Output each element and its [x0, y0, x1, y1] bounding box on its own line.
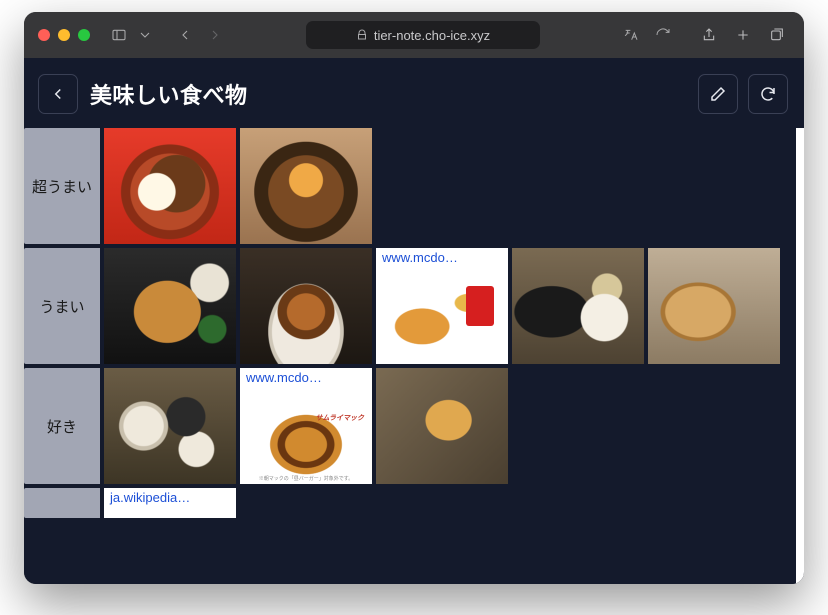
minimize-window-button[interactable]: [58, 29, 70, 41]
card-image: [240, 128, 372, 244]
page-content: 美味しい食べ物 超うまいうまいwww.mcdo…好きwww.mcdo…サムライマ…: [24, 58, 804, 584]
card-image: [512, 248, 644, 364]
card-image: [376, 368, 508, 484]
card-badge: サムライマック: [315, 413, 364, 423]
card-image: [104, 368, 236, 484]
tier-row: ja.wikipedia…: [24, 488, 796, 518]
tier-label: 超うまい: [24, 128, 100, 244]
card-image: [376, 270, 508, 364]
tier-card[interactable]: [376, 368, 508, 484]
refresh-button[interactable]: [748, 74, 788, 114]
browser-window: tier-note.cho-ice.xyz: [24, 12, 804, 584]
card-image: [648, 248, 780, 364]
tier-row: 好き www.mcdo… サムライマック ※朝マックの「昼バーガー」対象外です。: [24, 368, 796, 484]
scrollbar-track[interactable]: [796, 128, 804, 584]
tier-card[interactable]: [512, 248, 644, 364]
card-fineprint: ※朝マックの「昼バーガー」対象外です。: [240, 475, 372, 482]
card-image: [240, 248, 372, 364]
card-caption: www.mcdo…: [240, 368, 372, 390]
tier-card[interactable]: www.mcdo… サムライマック ※朝マックの「昼バーガー」対象外です。: [240, 368, 372, 484]
new-tab-button[interactable]: [730, 22, 756, 48]
tier-card[interactable]: [648, 248, 780, 364]
page-back-button[interactable]: [38, 74, 78, 114]
reload-button[interactable]: [650, 22, 676, 48]
page-header: 美味しい食べ物: [24, 58, 804, 128]
tier-card[interactable]: [104, 128, 236, 244]
titlebar: tier-note.cho-ice.xyz: [24, 12, 804, 58]
tier-label: うまい: [24, 248, 100, 364]
card-image: サムライマック ※朝マックの「昼バーガー」対象外です。: [240, 390, 372, 484]
tier-card[interactable]: www.mcdo…: [376, 248, 508, 364]
address-bar[interactable]: tier-note.cho-ice.xyz: [306, 21, 540, 49]
tab-groups-dropdown[interactable]: [136, 22, 154, 48]
card-image: [104, 128, 236, 244]
share-button[interactable]: [696, 22, 722, 48]
close-window-button[interactable]: [38, 29, 50, 41]
tier-items: ja.wikipedia…: [100, 488, 236, 518]
tier-card[interactable]: [104, 368, 236, 484]
card-caption: ja.wikipedia…: [104, 488, 236, 510]
card-image: [104, 248, 236, 364]
url-host: tier-note.cho-ice.xyz: [374, 28, 490, 43]
lock-icon: [356, 29, 368, 41]
tab-overview-button[interactable]: [764, 22, 790, 48]
tier-row: うまい www.mcdo…: [24, 248, 796, 364]
nav-forward-button[interactable]: [202, 22, 228, 48]
tier-card[interactable]: [240, 248, 372, 364]
tier-items: www.mcdo…: [100, 248, 780, 364]
window-controls: [38, 29, 90, 41]
card-caption: www.mcdo…: [376, 248, 508, 270]
tier-label: 好き: [24, 368, 100, 484]
tier-row: 超うまい: [24, 128, 796, 244]
tier-items: www.mcdo… サムライマック ※朝マックの「昼バーガー」対象外です。: [100, 368, 508, 484]
edit-button[interactable]: [698, 74, 738, 114]
tier-items: [100, 128, 372, 244]
sidebar-toggle-button[interactable]: [106, 22, 132, 48]
tier-card[interactable]: ja.wikipedia…: [104, 488, 236, 518]
nav-back-button[interactable]: [172, 22, 198, 48]
tier-card[interactable]: [104, 248, 236, 364]
maximize-window-button[interactable]: [78, 29, 90, 41]
tier-card[interactable]: [240, 128, 372, 244]
translate-extension-icon[interactable]: [618, 22, 644, 48]
page-title: 美味しい食べ物: [90, 78, 686, 110]
tier-label: [24, 488, 100, 518]
tier-list: 超うまいうまい www.mcdo… 好き www.mcdo… サムライマック ※朝マックの…: [24, 128, 796, 584]
